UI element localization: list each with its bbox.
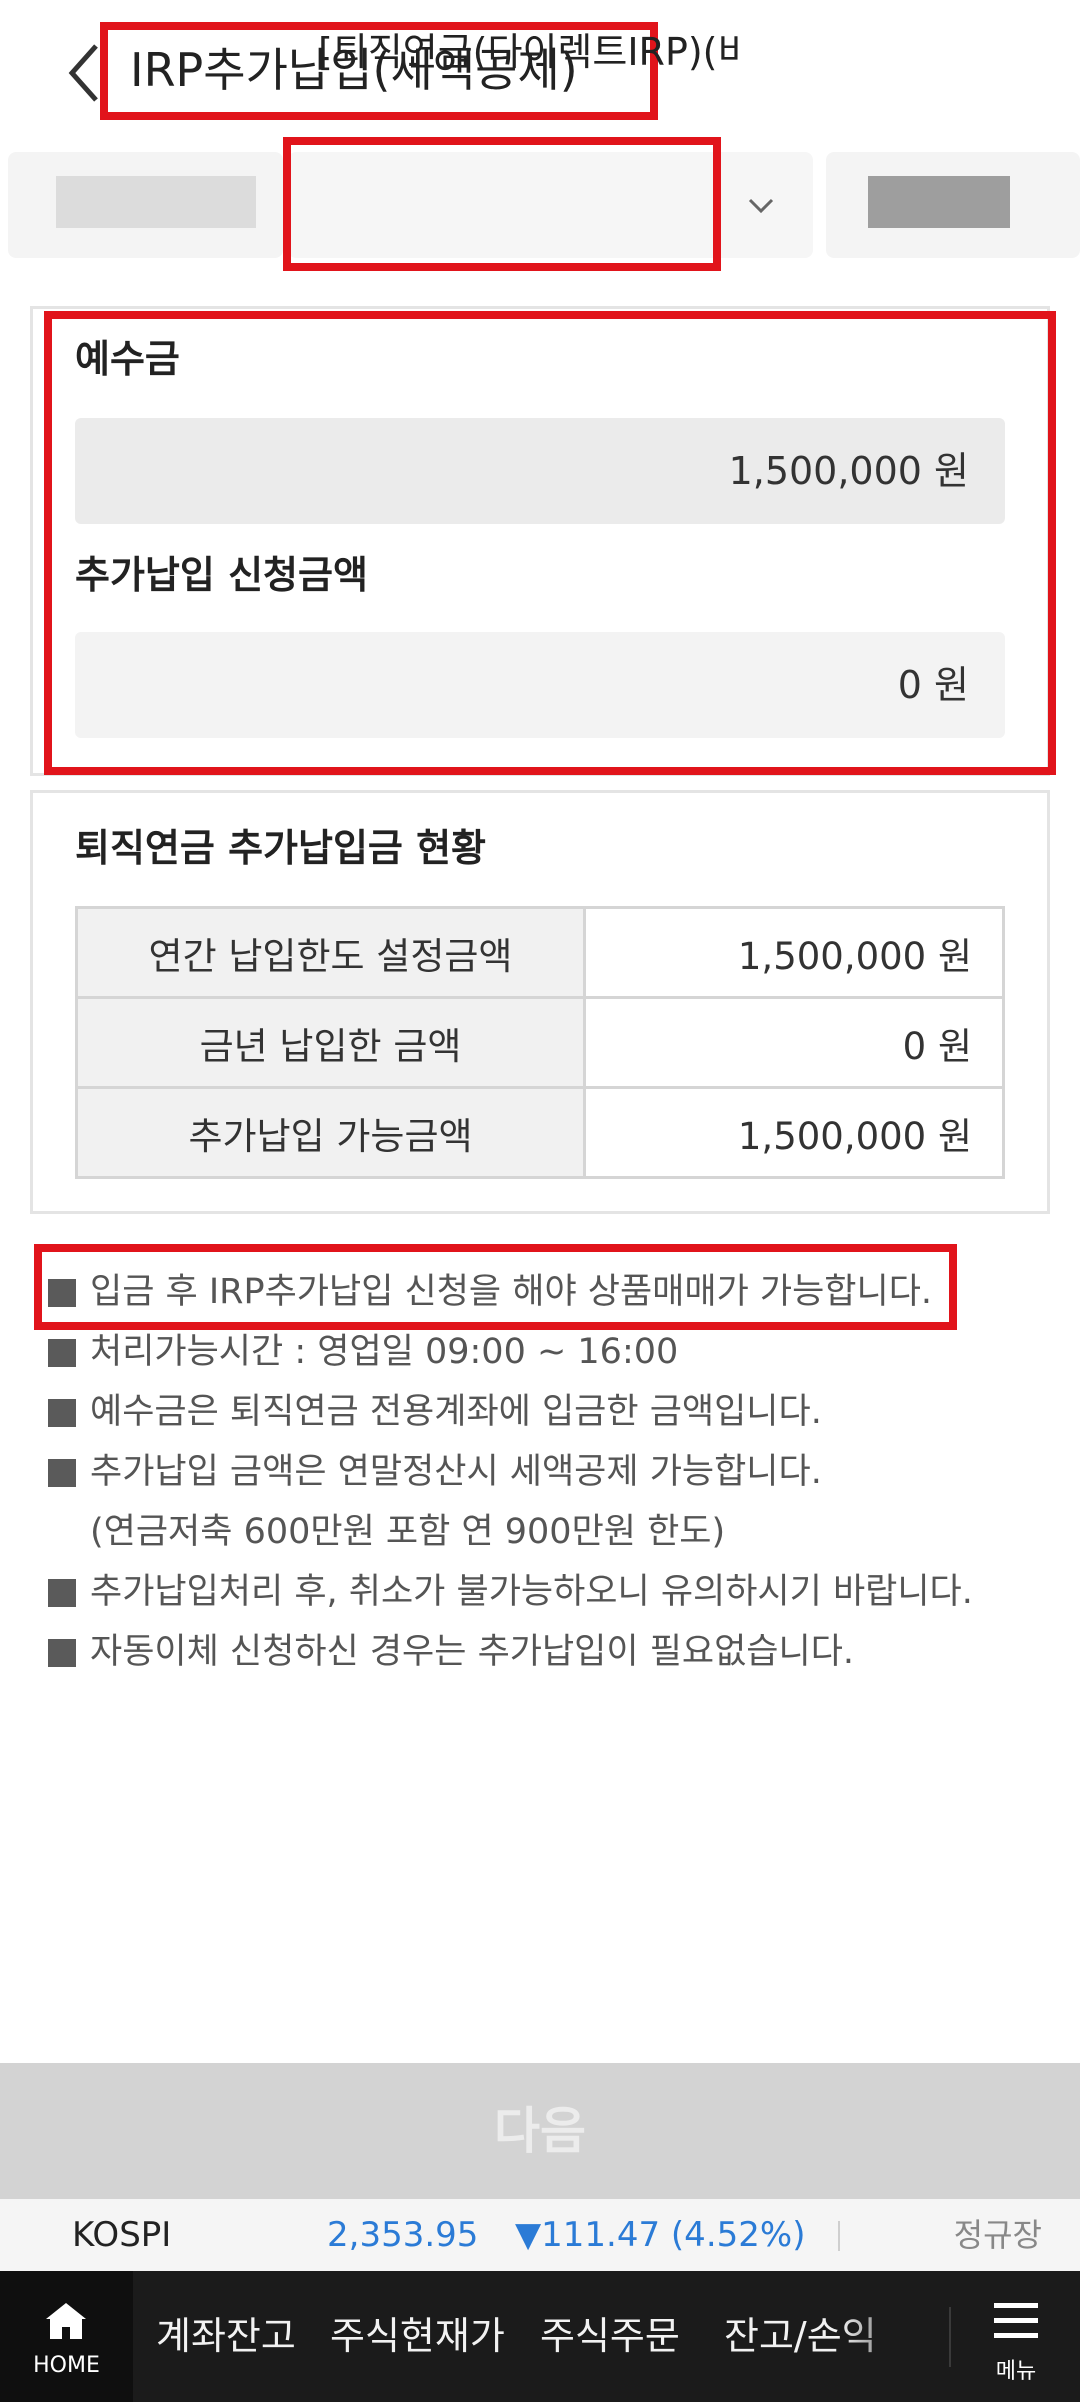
deposit-title: 예수금	[75, 337, 180, 381]
table-row: 금년 납입한 금액 0 원	[75, 996, 1005, 1089]
account-select-dropdown[interactable]	[288, 152, 813, 258]
next-button[interactable]: 다음	[0, 2063, 1080, 2199]
list-item: 입금 후 IRP추가납입 신청을 해야 상품매매가 가능합니다.	[48, 1262, 1058, 1322]
home-icon	[46, 2303, 86, 2339]
list-item: 처리가능시간 : 영업일 09:00 ~ 16:00	[48, 1322, 1058, 1382]
request-amount-field[interactable]: 0 원	[75, 632, 1005, 738]
next-button-label: 다음	[494, 2103, 586, 2159]
menu-button[interactable]: 메뉴	[952, 2271, 1080, 2402]
square-bullet-icon	[48, 1279, 76, 1307]
table-row: 추가납입 가능금액 1,500,000 원	[75, 1086, 1005, 1179]
square-bullet-icon	[48, 1339, 76, 1367]
nav-item-stock-order[interactable]: 주식주문	[540, 2271, 680, 2402]
square-bullet-icon	[48, 1639, 76, 1667]
notice-text: 입금 후 IRP추가납입 신청을 해야 상품매매가 가능합니다.	[90, 1272, 933, 1312]
masked-account-info	[56, 176, 256, 228]
request-amount-title: 추가납입 신청금액	[75, 553, 368, 597]
list-item-continuation: (연금저축 600만원 포함 연 900만원 한도)	[48, 1502, 1058, 1562]
nav-scroll-fade	[840, 2271, 950, 2402]
notice-text: 추가납입 금액은 연말정산시 세액공제 가능합니다.	[90, 1452, 822, 1492]
notice-text: 자동이체 신청하신 경우는 추가납입이 필요없습니다.	[90, 1632, 855, 1672]
status-table: 연간 납입한도 설정금액 1,500,000 원 금년 납입한 금액 0 원 추…	[75, 906, 1005, 1179]
bottom-nav: HOME 계좌잔고 주식현재가 주식주문 잔고/손익 메뉴	[0, 2271, 1080, 2402]
hamburger-menu-icon	[994, 2303, 1038, 2341]
market-ticker[interactable]: KOSPI 2,353.95 ▼111.47 (4.52%) 정규장	[0, 2199, 1080, 2271]
table-row: 연간 납입한도 설정금액 1,500,000 원	[75, 906, 1005, 999]
status-title: 퇴직연금 추가납입금 현황	[75, 826, 487, 870]
nav-item-stock-quote[interactable]: 주식현재가	[330, 2271, 505, 2402]
deposit-amount: 1,500,000 원	[728, 449, 969, 493]
notice-text: 예수금은 퇴직연금 전용계좌에 입금한 금액입니다.	[90, 1392, 822, 1432]
table-cell-value: 1,500,000 원	[583, 1086, 1005, 1179]
home-label: HOME	[33, 2353, 100, 2378]
table-cell-value: 1,500,000 원	[583, 906, 1005, 999]
notice-text: 추가납입처리 후, 취소가 불가능하오니 유의하시기 바랍니다.	[90, 1572, 973, 1612]
table-cell-label: 추가납입 가능금액	[75, 1086, 586, 1179]
list-item: 추가납입처리 후, 취소가 불가능하오니 유의하시기 바랍니다.	[48, 1562, 1058, 1622]
home-button[interactable]: HOME	[0, 2271, 133, 2402]
square-bullet-icon	[48, 1579, 76, 1607]
table-cell-label: 연간 납입한도 설정금액	[75, 906, 586, 999]
chevron-left-icon	[68, 44, 98, 102]
request-amount: 0 원	[897, 663, 969, 707]
table-cell-label: 금년 납입한 금액	[75, 996, 586, 1089]
list-item: 자동이체 신청하신 경우는 추가납입이 필요없습니다.	[48, 1622, 1058, 1682]
ticker-index-name: KOSPI	[72, 2215, 172, 2255]
account-card-previous[interactable]	[8, 152, 283, 258]
square-bullet-icon	[48, 1399, 76, 1427]
divider	[949, 2307, 951, 2367]
ticker-change: ▼111.47 (4.52%)	[515, 2215, 806, 2255]
divider	[838, 2221, 840, 2251]
market-session-status: 정규장	[953, 2216, 1042, 2254]
masked-account-info	[868, 176, 1010, 228]
account-card-next[interactable]	[826, 152, 1080, 258]
chevron-down-icon	[744, 188, 778, 222]
list-item: 예수금은 퇴직연금 전용계좌에 입금한 금액입니다.	[48, 1382, 1058, 1442]
square-bullet-icon	[48, 1459, 76, 1487]
back-button[interactable]	[60, 38, 110, 108]
deposit-amount-field: 1,500,000 원	[75, 418, 1005, 524]
list-item: 추가납입 금액은 연말정산시 세액공제 가능합니다.	[48, 1442, 1058, 1502]
notice-text: 처리가능시간 : 영업일 09:00 ~ 16:00	[90, 1332, 679, 1372]
menu-label: 메뉴	[995, 2359, 1037, 2384]
table-cell-value: 0 원	[583, 996, 1005, 1089]
nav-item-account-balance[interactable]: 계좌잔고	[156, 2271, 296, 2402]
ticker-price: 2,353.95	[327, 2215, 479, 2255]
notice-text: (연금저축 600만원 포함 연 900만원 한도)	[90, 1512, 726, 1552]
account-select-label: [퇴직연금(다이렉트IRP)(비대	[318, 30, 738, 74]
account-selector-row	[0, 152, 1080, 262]
notice-list: 입금 후 IRP추가납입 신청을 해야 상품매매가 가능합니다. 처리가능시간 …	[48, 1262, 1058, 1682]
